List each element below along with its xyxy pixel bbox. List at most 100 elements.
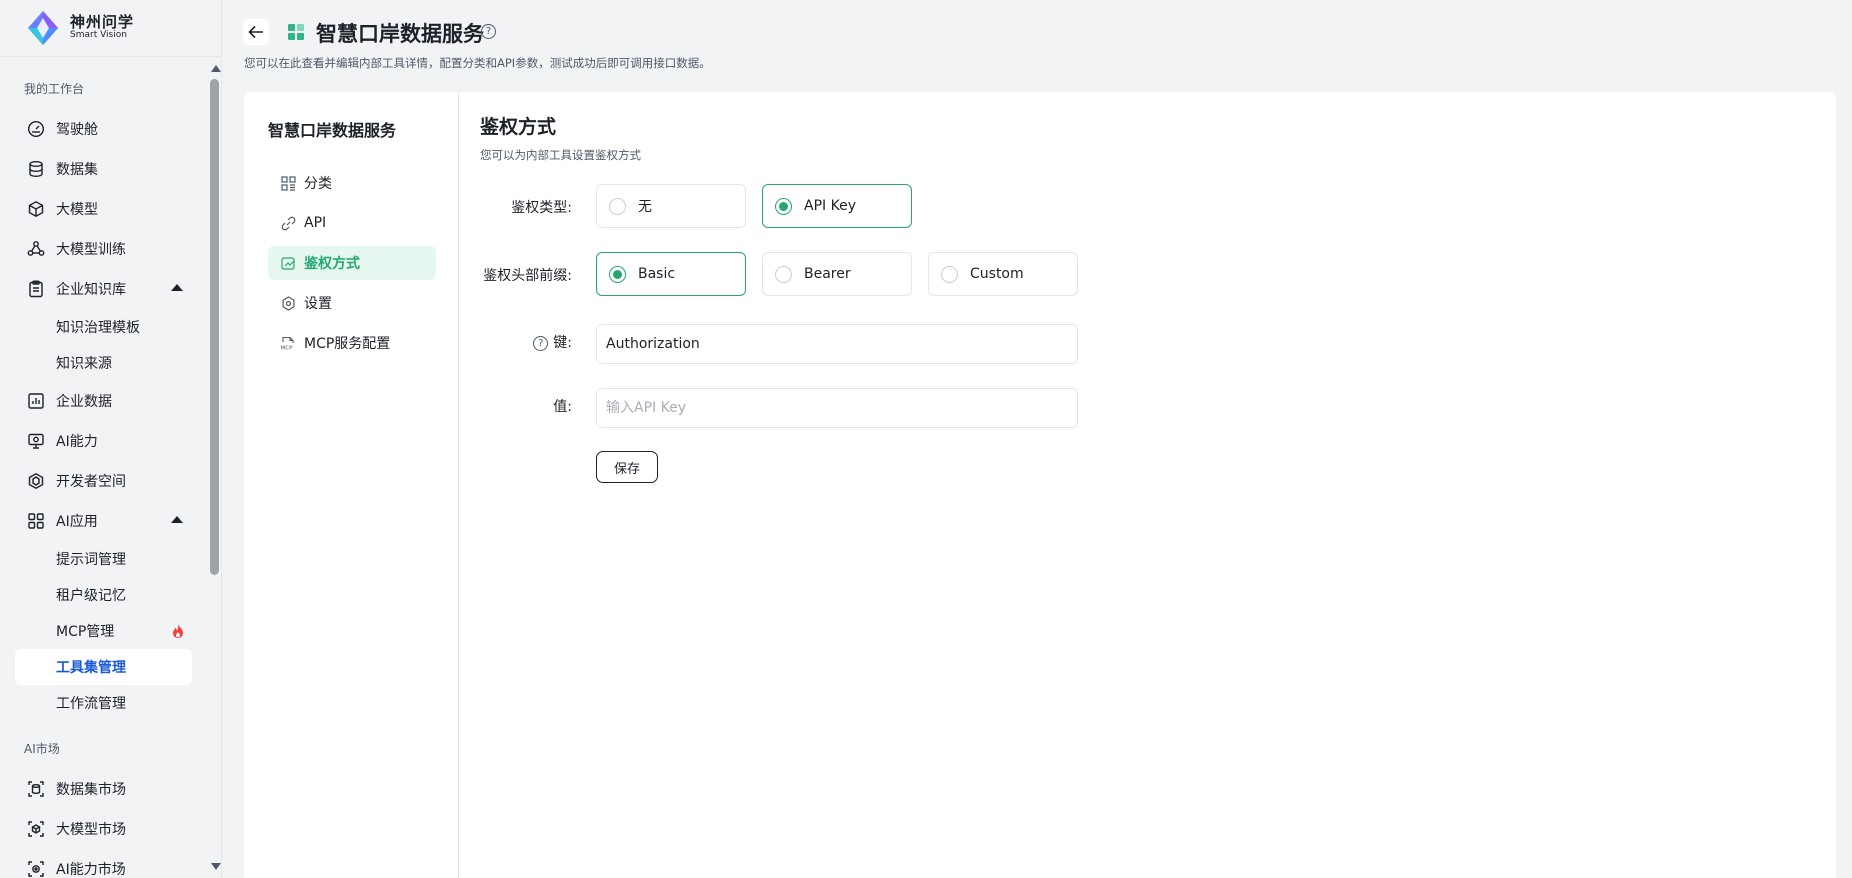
sidebar-item-label: 数据集	[56, 162, 98, 178]
section-ai-market: AI市场	[24, 742, 60, 756]
option-label: Basic	[638, 266, 676, 282]
tab-label: MCP服务配置	[304, 336, 391, 352]
header-prefix-label: 鉴权头部前缀:	[483, 268, 572, 284]
sidebar-item-model-training[interactable]: 大模型训练	[0, 229, 207, 269]
sidebar-item-ai-capability[interactable]: AI能力	[0, 421, 207, 461]
sidebar-item-label: AI能力市场	[56, 862, 126, 878]
option-label: 无	[638, 199, 652, 215]
key-input[interactable]	[596, 324, 1078, 364]
option-label: API Key	[804, 198, 856, 214]
tab-authentication[interactable]: 鉴权方式	[268, 246, 436, 280]
page-subtitle: 您可以在此查看并编辑内部工具详情，配置分类和API参数，测试成功后即可调用接口数…	[244, 56, 711, 70]
sidebar-item-label: 驾驶舱	[56, 122, 98, 138]
tab-api[interactable]: API	[268, 206, 436, 240]
training-icon	[26, 239, 46, 259]
radio-checked-icon	[775, 197, 792, 215]
auth-type-option-api-key[interactable]: API Key	[762, 184, 912, 228]
sidebar-subitem-toolset-management[interactable]: 工具集管理	[15, 649, 192, 685]
sidebar-item-datasets[interactable]: 数据集	[0, 149, 207, 189]
tab-mcp-config[interactable]: MCP MCP服务配置	[268, 326, 436, 360]
dashboard-icon	[26, 119, 46, 139]
cube-icon	[26, 199, 46, 219]
auth-icon	[280, 255, 296, 271]
hexagon-icon	[26, 471, 46, 491]
option-label: Bearer	[804, 266, 851, 282]
scroll-up-arrow-icon[interactable]	[211, 65, 221, 72]
ai-market-icon	[26, 859, 46, 878]
section-description: 您可以为内部工具设置鉴权方式	[480, 148, 641, 162]
tool-name: 智慧口岸数据服务	[268, 121, 397, 140]
scroll-down-arrow-icon[interactable]	[211, 863, 221, 870]
main-card: 智慧口岸数据服务 分类 API 鉴权方式 设置 MCP MCP服务配置 鉴权方式…	[244, 92, 1836, 878]
sidebar-item-knowledge-base[interactable]: 企业知识库	[0, 269, 207, 309]
value-label: 值:	[553, 399, 572, 415]
sidebar-subitem-prompt-management[interactable]: 提示词管理	[0, 541, 207, 577]
sidebar-item-label: 大模型训练	[56, 242, 126, 258]
clipboard-icon	[26, 279, 46, 299]
chevron-up-icon[interactable]	[171, 284, 183, 291]
sidebar-subitem-mcp-management[interactable]: MCP管理	[0, 613, 207, 649]
settings-icon	[280, 295, 296, 311]
brand-logo-icon	[28, 11, 58, 45]
sidebar-item-label: 企业知识库	[56, 282, 126, 298]
chevron-up-icon[interactable]	[171, 516, 183, 523]
fire-icon	[171, 623, 185, 643]
mcp-icon: MCP	[280, 335, 296, 351]
prefix-option-custom[interactable]: Custom	[928, 252, 1078, 296]
sidebar: 神州问学 Smart Vision 我的工作台 驾驶舱 数据集 大模型 大模型训…	[0, 0, 222, 878]
prefix-option-basic[interactable]: Basic	[596, 252, 746, 296]
prefix-option-bearer[interactable]: Bearer	[762, 252, 912, 296]
sidebar-item-label: AI能力	[56, 434, 98, 450]
svg-text:MCP: MCP	[281, 345, 294, 351]
brand-logo[interactable]: 神州问学 Smart Vision	[0, 0, 221, 57]
sidebar-subitem-label: MCP管理	[56, 624, 115, 640]
sidebar-item-models[interactable]: 大模型	[0, 189, 207, 229]
api-link-icon	[280, 215, 296, 231]
radio-icon	[775, 265, 792, 283]
toolset-grid-icon	[288, 24, 304, 40]
sidebar-scrollbar[interactable]	[208, 57, 222, 878]
sidebar-subitem-workflow-management[interactable]: 工作流管理	[0, 685, 207, 721]
sidebar-item-label: 大模型	[56, 202, 98, 218]
radio-icon	[609, 197, 626, 215]
sidebar-item-developer-space[interactable]: 开发者空间	[0, 461, 207, 501]
sidebar-item-ai-market[interactable]: AI能力市场	[0, 849, 207, 878]
tab-label: 鉴权方式	[304, 256, 360, 272]
brand-name: 神州问学	[70, 13, 135, 32]
sidebar-item-cockpit[interactable]: 驾驶舱	[0, 109, 207, 149]
sidebar-item-model-market[interactable]: 大模型市场	[0, 809, 207, 849]
sidebar-item-enterprise-data[interactable]: 企业数据	[0, 381, 207, 421]
sidebar-subitem-knowledge-template[interactable]: 知识治理模板	[0, 309, 207, 345]
back-button[interactable]	[243, 19, 269, 45]
database-icon	[26, 159, 46, 179]
api-key-value-input[interactable]	[596, 388, 1078, 428]
section-title: 鉴权方式	[480, 116, 557, 138]
category-icon	[280, 175, 296, 191]
brand-name-en: Smart Vision	[70, 30, 127, 41]
help-icon[interactable]: ?	[533, 336, 549, 351]
tab-label: 分类	[304, 176, 332, 192]
auth-form: 鉴权方式 您可以为内部工具设置鉴权方式 鉴权类型: 无 API Key 鉴权头部…	[480, 92, 1836, 878]
tab-category[interactable]: 分类	[268, 166, 436, 200]
tool-tabs: 分类 API 鉴权方式 设置 MCP MCP服务配置	[268, 166, 436, 366]
sidebar-item-label: 大模型市场	[56, 822, 126, 838]
help-icon[interactable]: ?	[481, 24, 496, 39]
sidebar-subitem-knowledge-source[interactable]: 知识来源	[0, 345, 207, 381]
sidebar-item-dataset-market[interactable]: 数据集市场	[0, 769, 207, 809]
dataset-market-icon	[26, 779, 46, 799]
monitor-icon	[26, 431, 46, 451]
scrollbar-thumb[interactable]	[210, 79, 219, 575]
radio-checked-icon	[609, 265, 626, 283]
auth-type-option-none[interactable]: 无	[596, 184, 746, 228]
apps-grid-icon	[26, 511, 46, 531]
tab-settings[interactable]: 设置	[268, 286, 436, 320]
tool-detail-nav: 智慧口岸数据服务 分类 API 鉴权方式 设置 MCP MCP服务配置	[244, 92, 459, 878]
section-workspace: 我的工作台	[24, 82, 85, 96]
save-button[interactable]: 保存	[596, 451, 658, 483]
sidebar-subitem-tenant-memory[interactable]: 租户级记忆	[0, 577, 207, 613]
key-label: 键:	[553, 335, 572, 351]
option-label: Custom	[970, 266, 1024, 282]
sidebar-item-label: 数据集市场	[56, 782, 126, 798]
bar-chart-icon	[26, 391, 46, 411]
sidebar-item-ai-apps[interactable]: AI应用	[0, 501, 207, 541]
